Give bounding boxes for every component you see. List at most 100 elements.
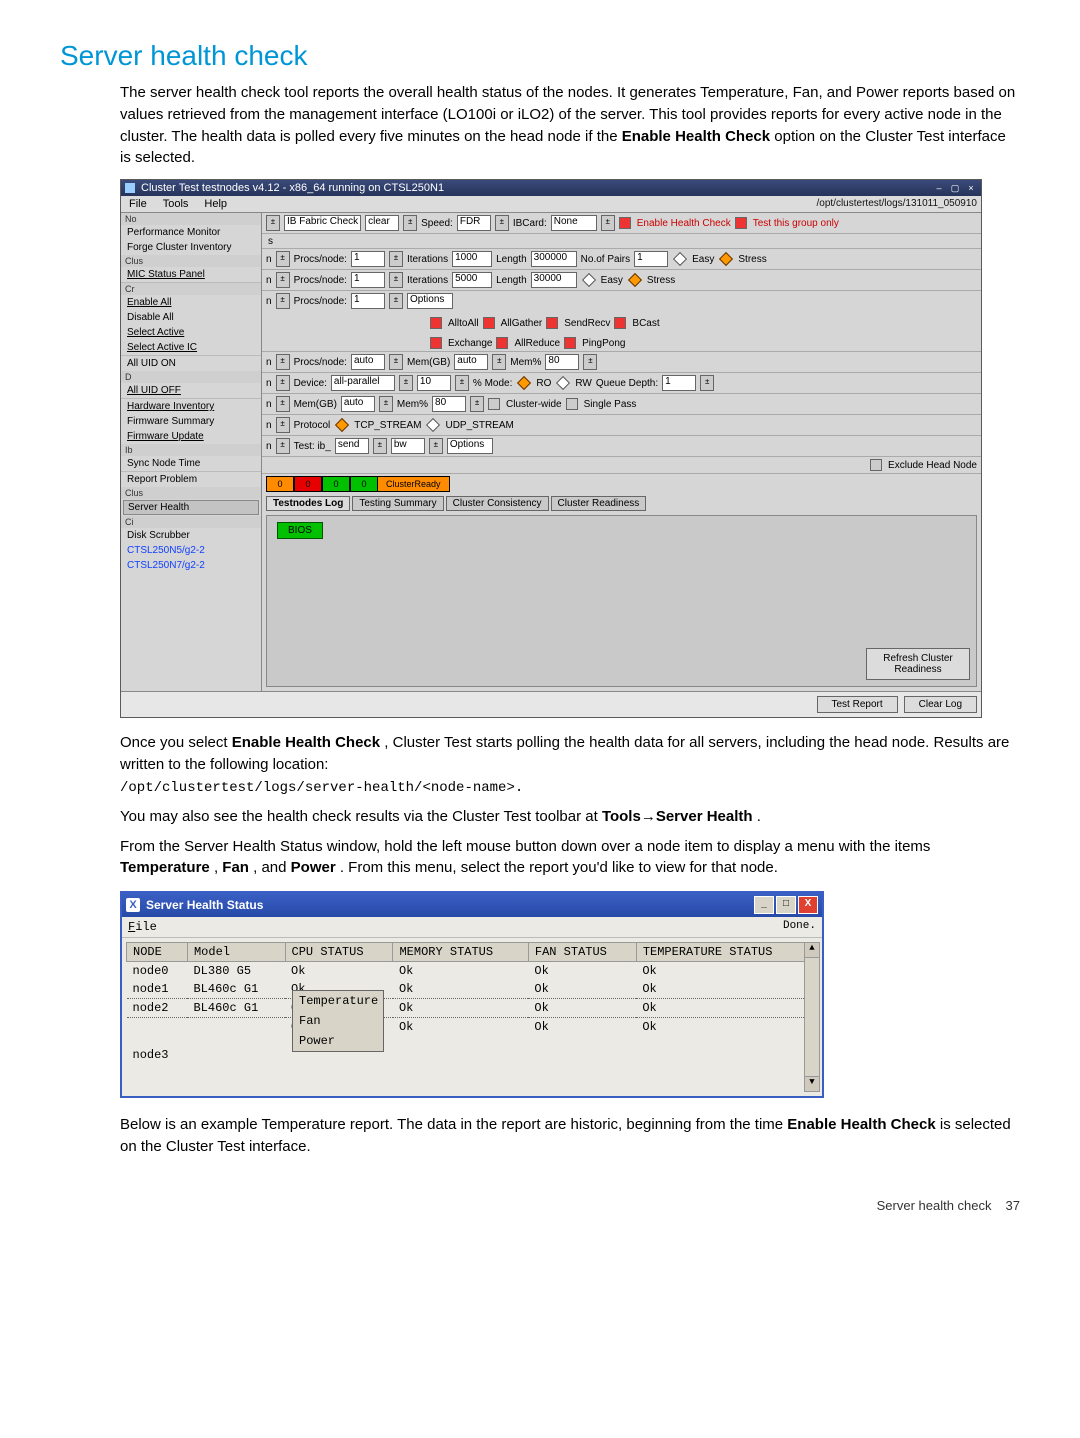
col-temperature[interactable]: TEMPERATURE STATUS xyxy=(636,943,817,962)
close-icon[interactable]: × xyxy=(965,183,977,193)
memgb-field[interactable]: auto xyxy=(341,396,375,412)
spin-icon[interactable]: ± xyxy=(492,354,506,370)
col-node[interactable]: NODE xyxy=(127,943,188,962)
queue-depth-field[interactable]: 1 xyxy=(662,375,696,391)
exclude-head-check[interactable] xyxy=(870,459,882,471)
spin-icon[interactable]: ± xyxy=(429,438,443,454)
mempct-field[interactable]: 80 xyxy=(432,396,466,412)
ctx-fan[interactable]: Fan xyxy=(293,1011,383,1031)
menu-file[interactable]: File xyxy=(121,196,155,212)
pingpong-check[interactable] xyxy=(564,337,576,349)
mempct-field[interactable]: 80 xyxy=(545,354,579,370)
spin-icon[interactable]: ± xyxy=(276,396,290,412)
pairs-field[interactable]: 1 xyxy=(634,251,668,267)
spin-icon[interactable]: ± xyxy=(495,215,509,231)
spin-icon[interactable]: ± xyxy=(583,354,597,370)
sidebar-item-fw-update[interactable]: Firmware Update xyxy=(121,429,261,444)
procs-field[interactable]: auto xyxy=(351,354,385,370)
single-pass-check[interactable] xyxy=(566,398,578,410)
udp-radio[interactable] xyxy=(426,418,440,432)
ib-fabric-check-button[interactable]: IB Fabric Check xyxy=(284,215,361,231)
spin-icon[interactable]: ± xyxy=(455,375,469,391)
enable-health-check-checkbox[interactable] xyxy=(619,217,631,229)
ibcard-field[interactable]: None xyxy=(551,215,597,231)
clear-field[interactable]: clear xyxy=(365,215,399,231)
tab-testnodes-log[interactable]: Testnodes Log xyxy=(266,496,350,511)
spin-icon[interactable]: ± xyxy=(276,293,290,309)
table-row[interactable]: node2 BL460c G1 Ok Ok Ok Ok xyxy=(127,999,818,1018)
spin-icon[interactable]: ± xyxy=(276,438,290,454)
cluster-wide-check[interactable] xyxy=(488,398,500,410)
iter-field[interactable]: 1000 xyxy=(452,251,492,267)
spin-icon[interactable]: ± xyxy=(601,215,615,231)
spin-icon[interactable]: ± xyxy=(399,375,413,391)
device-field[interactable]: all-parallel xyxy=(331,375,395,391)
sendrecv-check[interactable] xyxy=(546,317,558,329)
spin-icon[interactable]: ± xyxy=(276,417,290,433)
ten-field[interactable]: 10 xyxy=(417,375,451,391)
scroll-up-icon[interactable]: ▲ xyxy=(805,943,819,958)
sidebar-item-hw-inventory[interactable]: Hardware Inventory xyxy=(121,399,261,414)
sidebar-item-server-health[interactable]: Server Health xyxy=(123,500,259,515)
tcp-radio[interactable] xyxy=(335,418,349,432)
col-fan[interactable]: FAN STATUS xyxy=(528,943,636,962)
memgb-field[interactable]: auto xyxy=(454,354,488,370)
test-field[interactable]: send xyxy=(335,438,369,454)
spin-icon[interactable]: ± xyxy=(276,375,290,391)
spin-icon[interactable]: ± xyxy=(276,251,290,267)
tab-testing-summary[interactable]: Testing Summary xyxy=(352,496,443,511)
sidebar-item-report-problem[interactable]: Report Problem xyxy=(121,472,261,487)
test-group-checkbox[interactable] xyxy=(735,217,747,229)
exchange-check[interactable] xyxy=(430,337,442,349)
vertical-scrollbar[interactable]: ▲ ▼ xyxy=(804,942,820,1092)
spin-icon[interactable]: ± xyxy=(389,354,403,370)
easy-radio[interactable] xyxy=(582,273,596,287)
sidebar-item-mic-status[interactable]: MIC Status Panel xyxy=(121,267,261,282)
col-model[interactable]: Model xyxy=(187,943,285,962)
tab-cluster-consistency[interactable]: Cluster Consistency xyxy=(446,496,549,511)
sidebar-item-sync-time[interactable]: Sync Node Time xyxy=(121,456,261,471)
sidebar-item-select-active[interactable]: Select Active xyxy=(121,325,261,340)
spin-icon[interactable]: ± xyxy=(403,215,417,231)
sidebar-item-disk-scrubber[interactable]: Disk Scrubber xyxy=(121,528,261,543)
test-report-button[interactable]: Test Report xyxy=(817,696,898,713)
sidebar-item-enable-all[interactable]: Enable All xyxy=(121,295,261,310)
menu-help[interactable]: Help xyxy=(196,196,235,212)
procs-field[interactable]: 1 xyxy=(351,272,385,288)
allgather-check[interactable] xyxy=(483,317,495,329)
menu-file[interactable]: File xyxy=(128,920,157,934)
minimize-icon[interactable]: – xyxy=(933,183,945,193)
ctx-temperature[interactable]: Temperature xyxy=(293,991,383,1011)
sidebar-item-fw-summary[interactable]: Firmware Summary xyxy=(121,414,261,429)
options-button[interactable]: Options xyxy=(407,293,453,309)
maximize-icon[interactable]: ▢ xyxy=(949,183,961,193)
easy-radio[interactable] xyxy=(673,252,687,266)
iter-field[interactable]: 5000 xyxy=(452,272,492,288)
table-row[interactable]: node1 BL460c G1 Ok Ok Ok Ok xyxy=(127,980,818,999)
allreduce-check[interactable] xyxy=(496,337,508,349)
close-icon[interactable]: X xyxy=(798,896,818,914)
ro-radio[interactable] xyxy=(517,376,531,390)
rw-radio[interactable] xyxy=(556,376,570,390)
stress-radio[interactable] xyxy=(628,273,642,287)
spin-icon[interactable]: ± xyxy=(470,396,484,412)
bw-field[interactable]: bw xyxy=(391,438,425,454)
minimize-icon[interactable]: _ xyxy=(754,896,774,914)
bcast-check[interactable] xyxy=(614,317,626,329)
spin-icon[interactable]: ± xyxy=(379,396,393,412)
col-memory[interactable]: MEMORY STATUS xyxy=(393,943,528,962)
procs-field[interactable]: 1 xyxy=(351,293,385,309)
length-field[interactable]: 30000 xyxy=(531,272,577,288)
clear-log-button[interactable]: Clear Log xyxy=(904,696,977,713)
ctx-power[interactable]: Power xyxy=(293,1031,383,1051)
maximize-icon[interactable]: □ xyxy=(776,896,796,914)
spin-icon[interactable]: ± xyxy=(700,375,714,391)
col-cpu[interactable]: CPU STATUS xyxy=(285,943,393,962)
sidebar-item-uid-off[interactable]: All UID OFF xyxy=(121,383,261,398)
sidebar-item-forge-inventory[interactable]: Forge Cluster Inventory xyxy=(121,240,261,255)
sidebar-item-disable-all[interactable]: Disable All xyxy=(121,310,261,325)
bios-button[interactable]: BIOS xyxy=(277,522,323,539)
options-button[interactable]: Options xyxy=(447,438,493,454)
sidebar-item-uid-on[interactable]: All UID ON xyxy=(121,356,261,371)
refresh-cluster-button[interactable]: Refresh Cluster Readiness xyxy=(866,648,970,680)
